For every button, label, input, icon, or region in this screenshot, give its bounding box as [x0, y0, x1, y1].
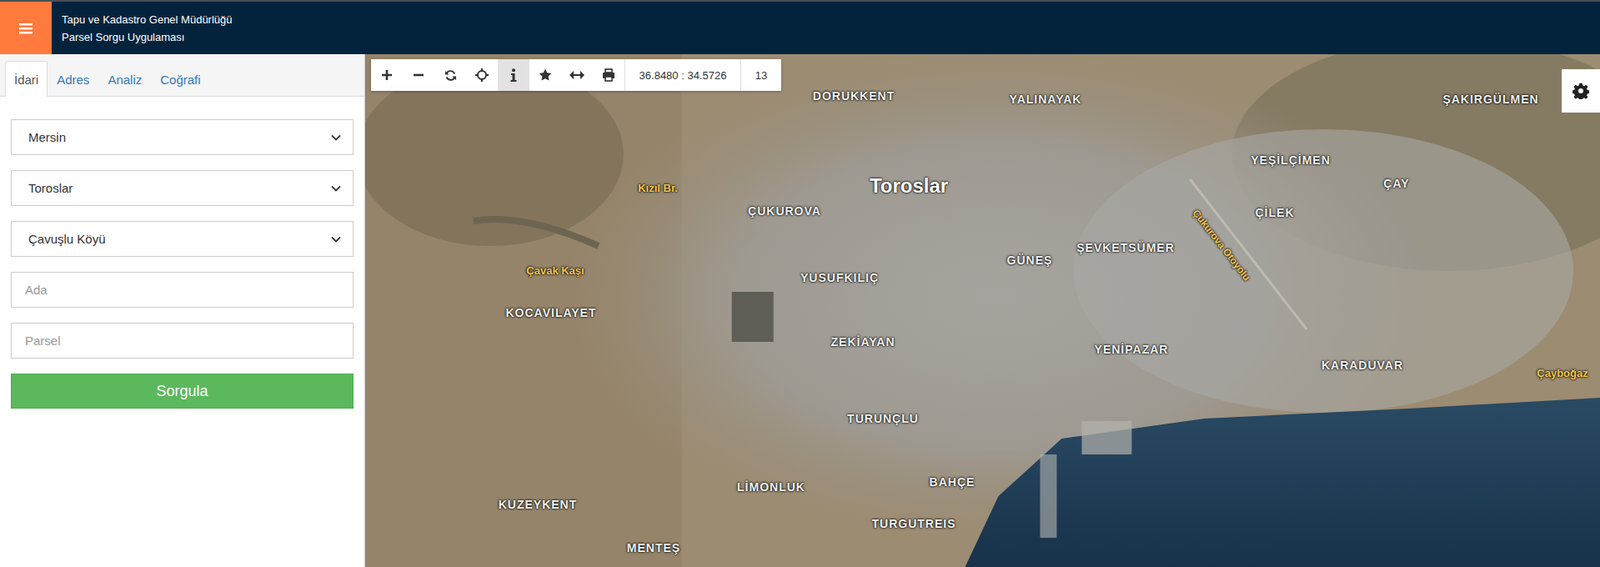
tab-bar: İdariAdresAnalizCoğrafi: [0, 54, 365, 97]
horizontal-arrows-icon: [569, 70, 585, 81]
star-icon: [538, 68, 552, 82]
query-button[interactable]: Sorgula: [10, 373, 354, 409]
map-label: LİMONLUK: [737, 480, 806, 494]
map-label: DORUKKENT: [812, 89, 895, 103]
tab[interactable]: Coğrafi: [150, 60, 210, 97]
map-label: YENİPAZAR: [1094, 342, 1169, 357]
info-button[interactable]: [497, 59, 530, 91]
map-label: KUZEYKENT: [498, 497, 578, 512]
refresh-icon: [444, 69, 457, 82]
query-form: Mersin Toroslar Çavuşlu Köyü Sorgula: [0, 96, 365, 432]
map[interactable]: DORUKKENT YALINAYAK ŞAKIRGÜLMEN Toroslar Kız…: [365, 54, 1600, 567]
crosshair-icon: [475, 68, 489, 82]
chevron-down-icon: [331, 185, 342, 192]
map-label: ZEKİAYAN: [831, 335, 896, 349]
tab[interactable]: Analiz: [98, 60, 151, 97]
map-label: BAHÇE: [929, 475, 976, 489]
title-line: Tapu ve Kadastro Genel Müdürlüğü: [61, 10, 233, 29]
map-label: ÇUKUROVA: [747, 204, 822, 218]
select-field[interactable]: Çavuşlu Köyü: [10, 220, 354, 257]
locate-button[interactable]: [466, 59, 498, 91]
hamburger-icon: [19, 22, 33, 35]
map-label: Çayboğaz: [1536, 366, 1588, 380]
select-field[interactable]: Mersin: [10, 119, 354, 156]
map-label: YEŞİLÇİMEN: [1250, 153, 1331, 167]
map-label: Toroslar: [869, 174, 948, 198]
map-label: TURUNÇLU: [847, 411, 919, 426]
tab[interactable]: İdari: [5, 60, 48, 97]
app-header: Tapu ve Kadastro Genel Müdürlüğü Parsel …: [0, 0, 1600, 55]
map-label: MENTEŞ: [626, 541, 681, 555]
subtitle-line: Parsel Sorgu Uygulaması: [61, 28, 233, 46]
zoom-out-button[interactable]: [402, 59, 435, 91]
print-button[interactable]: [592, 59, 625, 91]
app-title: Tapu ve Kadastro Genel Müdürlüğü Parsel …: [51, 1, 243, 55]
favorite-button[interactable]: [529, 59, 562, 91]
text-input[interactable]: [10, 271, 354, 308]
plus-icon: [381, 69, 393, 81]
coordinates-display: 36.8480 : 34.5726: [624, 59, 741, 91]
chevron-down-icon: [331, 134, 342, 141]
gear-icon: [1572, 82, 1590, 100]
measure-button[interactable]: [561, 59, 593, 91]
map-label: TURGUTREIS: [872, 516, 957, 531]
chevron-down-icon: [331, 235, 342, 243]
map-label: ŞEVKETSÜMER: [1076, 240, 1175, 255]
minus-icon: [412, 69, 425, 81]
page: Tapu ve Kadastro Genel Müdürlüğü Parsel …: [0, 0, 1600, 567]
sidebar: İdariAdresAnalizCoğrafi Mersin Toroslar …: [0, 54, 366, 567]
print-icon: [601, 68, 616, 82]
settings-button[interactable]: [1561, 69, 1600, 113]
map-label: GÜNEŞ: [1007, 253, 1054, 267]
info-icon: [510, 68, 517, 82]
zoom-level: 13: [740, 59, 782, 91]
text-input[interactable]: [10, 322, 354, 359]
menu-button[interactable]: [0, 1, 52, 55]
map-label: Kızıl Br.: [637, 181, 678, 195]
zoom-in-button[interactable]: [371, 59, 403, 91]
map-label: KARADUVAR: [1321, 358, 1404, 372]
map-label: ÇAY: [1383, 176, 1410, 191]
refresh-button[interactable]: [434, 59, 467, 91]
map-label: Çavak Kaşı: [526, 264, 584, 277]
map-label: YALINAYAK: [1009, 92, 1083, 106]
map-label: YUSUFKILIÇ: [800, 270, 879, 285]
map-label: ÇİLEK: [1255, 205, 1295, 220]
select-field[interactable]: Toroslar: [10, 170, 354, 206]
map-label: ŞAKIRGÜLMEN: [1442, 92, 1539, 106]
tab[interactable]: Adres: [47, 60, 99, 97]
map-label: KOCAVILAYET: [505, 305, 597, 320]
main: İdariAdresAnalizCoğrafi Mersin Toroslar …: [0, 54, 1600, 567]
map-toolbar: 36.8480 : 34.5726 13: [371, 59, 782, 91]
